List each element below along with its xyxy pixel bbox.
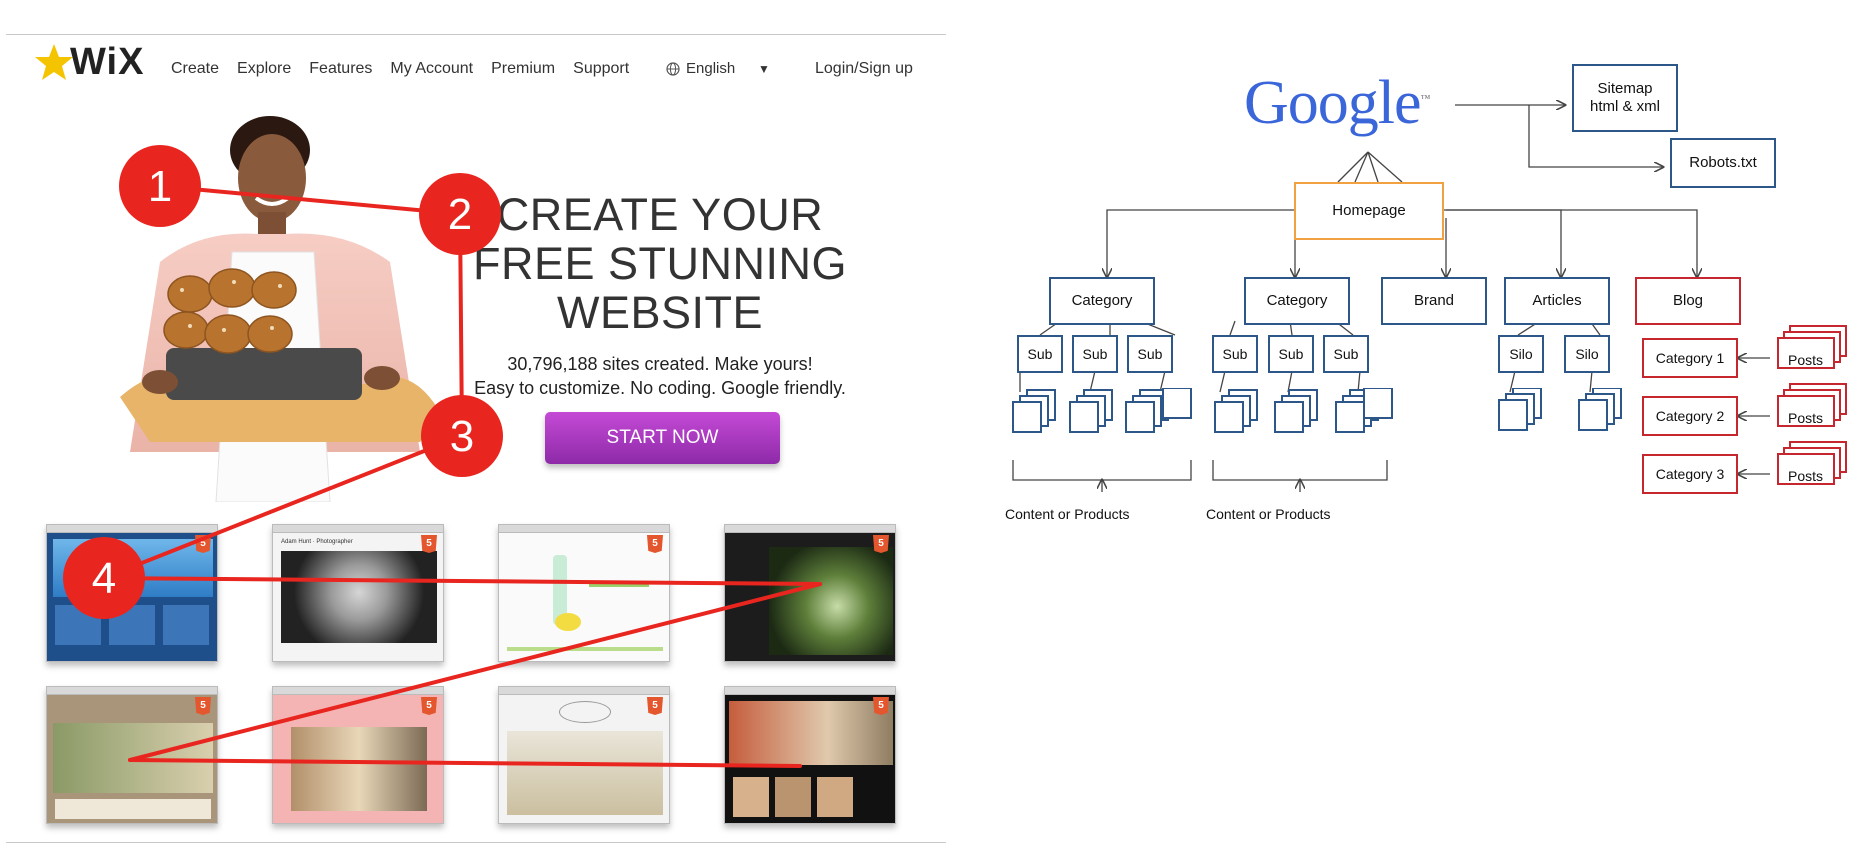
html5-badge: 5 — [421, 535, 437, 553]
site-structure-diagram: Google™ Sitemap html & xml Robots.txt Ho… — [980, 40, 1860, 560]
hero-title-line-3: WEBSITE — [556, 287, 764, 338]
category-box-1: Category — [1049, 277, 1155, 325]
html5-badge: 5 — [421, 697, 437, 715]
sub-box: Sub — [1127, 335, 1173, 373]
template-thumb-4[interactable]: 5 — [724, 524, 896, 662]
login-signup-link[interactable]: Login/Sign up — [815, 60, 913, 78]
html5-badge: 5 — [873, 697, 889, 715]
main-nav: Create Explore Features My Account Premi… — [171, 60, 629, 78]
wix-star-icon — [35, 44, 73, 80]
html5-badge: 5 — [195, 697, 211, 715]
blog-category-2-box: Category 2 — [1642, 396, 1738, 436]
nav-my-account[interactable]: My Account — [390, 60, 473, 78]
svg-text:3: 3 — [450, 412, 474, 461]
blog-category-1-box: Category 1 — [1642, 338, 1738, 378]
language-selector[interactable]: English — [666, 60, 735, 77]
nav-support[interactable]: Support — [573, 60, 629, 78]
robots-box: Robots.txt — [1670, 138, 1776, 188]
template-thumb-1[interactable]: 5 — [46, 524, 218, 662]
hero-title-line-1: CREATE YOUR — [496, 189, 824, 240]
hero-title: CREATE YOUR FREE STUNNING WEBSITE — [455, 190, 865, 337]
thumb-photographer-text: Adam Hunt · Photographer — [281, 539, 353, 545]
bottom-divider — [6, 842, 946, 843]
sub-box: Sub — [1212, 335, 1258, 373]
hero-subtitle: 30,796,188 sites created. Make yours! Ea… — [455, 352, 865, 400]
sitemap-line-1: Sitemap — [1597, 80, 1653, 97]
hero-title-line-2: FREE STUNNING — [472, 238, 847, 289]
sub-box: Sub — [1072, 335, 1118, 373]
sitemap-line-2: html & xml — [1589, 98, 1660, 115]
google-logo-text: Google — [1244, 69, 1422, 137]
silo-box: Silo — [1498, 335, 1544, 373]
html5-badge: 5 — [195, 535, 211, 553]
html5-badge: 5 — [873, 535, 889, 553]
wix-logo[interactable]: WiX — [34, 40, 144, 84]
template-thumb-2[interactable]: Adam Hunt · Photographer 5 — [272, 524, 444, 662]
template-thumb-5[interactable]: 5 — [46, 686, 218, 824]
top-divider — [6, 34, 946, 35]
template-thumb-6[interactable]: 5 — [272, 686, 444, 824]
category-box-2: Category — [1244, 277, 1350, 325]
blog-category-3-box: Category 3 — [1642, 454, 1738, 494]
start-now-button[interactable]: START NOW — [545, 412, 780, 464]
brand-box: Brand — [1381, 277, 1487, 325]
language-label: English — [686, 60, 736, 77]
wix-logo-text: WiX — [70, 40, 145, 83]
nav-features[interactable]: Features — [309, 60, 372, 78]
nav-create[interactable]: Create — [171, 60, 219, 78]
html5-badge: 5 — [647, 535, 663, 553]
sub-box: Sub — [1268, 335, 1314, 373]
homepage-box: Homepage — [1294, 182, 1444, 240]
template-thumb-7[interactable]: 5 — [498, 686, 670, 824]
content-or-products-label-2: Content or Products — [1206, 506, 1331, 522]
sitemap-box: Sitemap html & xml — [1572, 64, 1678, 132]
template-thumb-8[interactable]: 5 — [724, 686, 896, 824]
google-trademark: ™ — [1420, 93, 1431, 105]
easy-customize-text: Easy to customize. No coding. Google fri… — [474, 378, 846, 398]
sub-box: Sub — [1323, 335, 1369, 373]
posts-label-3: Posts — [1788, 468, 1824, 484]
posts-label-1: Posts — [1788, 352, 1824, 368]
nav-explore[interactable]: Explore — [237, 60, 291, 78]
sub-box: Sub — [1017, 335, 1063, 373]
articles-box: Articles — [1504, 277, 1610, 325]
hero-woman-photo — [120, 116, 440, 502]
wix-homepage-screenshot: WiX Create Explore Features My Account P… — [0, 0, 950, 845]
blog-box: Blog — [1635, 277, 1741, 325]
html5-badge: 5 — [647, 697, 663, 715]
content-or-products-label-1: Content or Products — [1005, 506, 1130, 522]
sites-created-text: 30,796,188 sites created. Make yours! — [507, 354, 813, 374]
posts-label-2: Posts — [1788, 410, 1824, 426]
template-thumb-3[interactable]: 5 — [498, 524, 670, 662]
globe-icon — [666, 61, 680, 76]
silo-box: Silo — [1564, 335, 1610, 373]
nav-premium[interactable]: Premium — [491, 60, 555, 78]
caret-down-icon[interactable]: ▼ — [758, 62, 770, 76]
google-logo: Google™ — [1244, 68, 1431, 139]
